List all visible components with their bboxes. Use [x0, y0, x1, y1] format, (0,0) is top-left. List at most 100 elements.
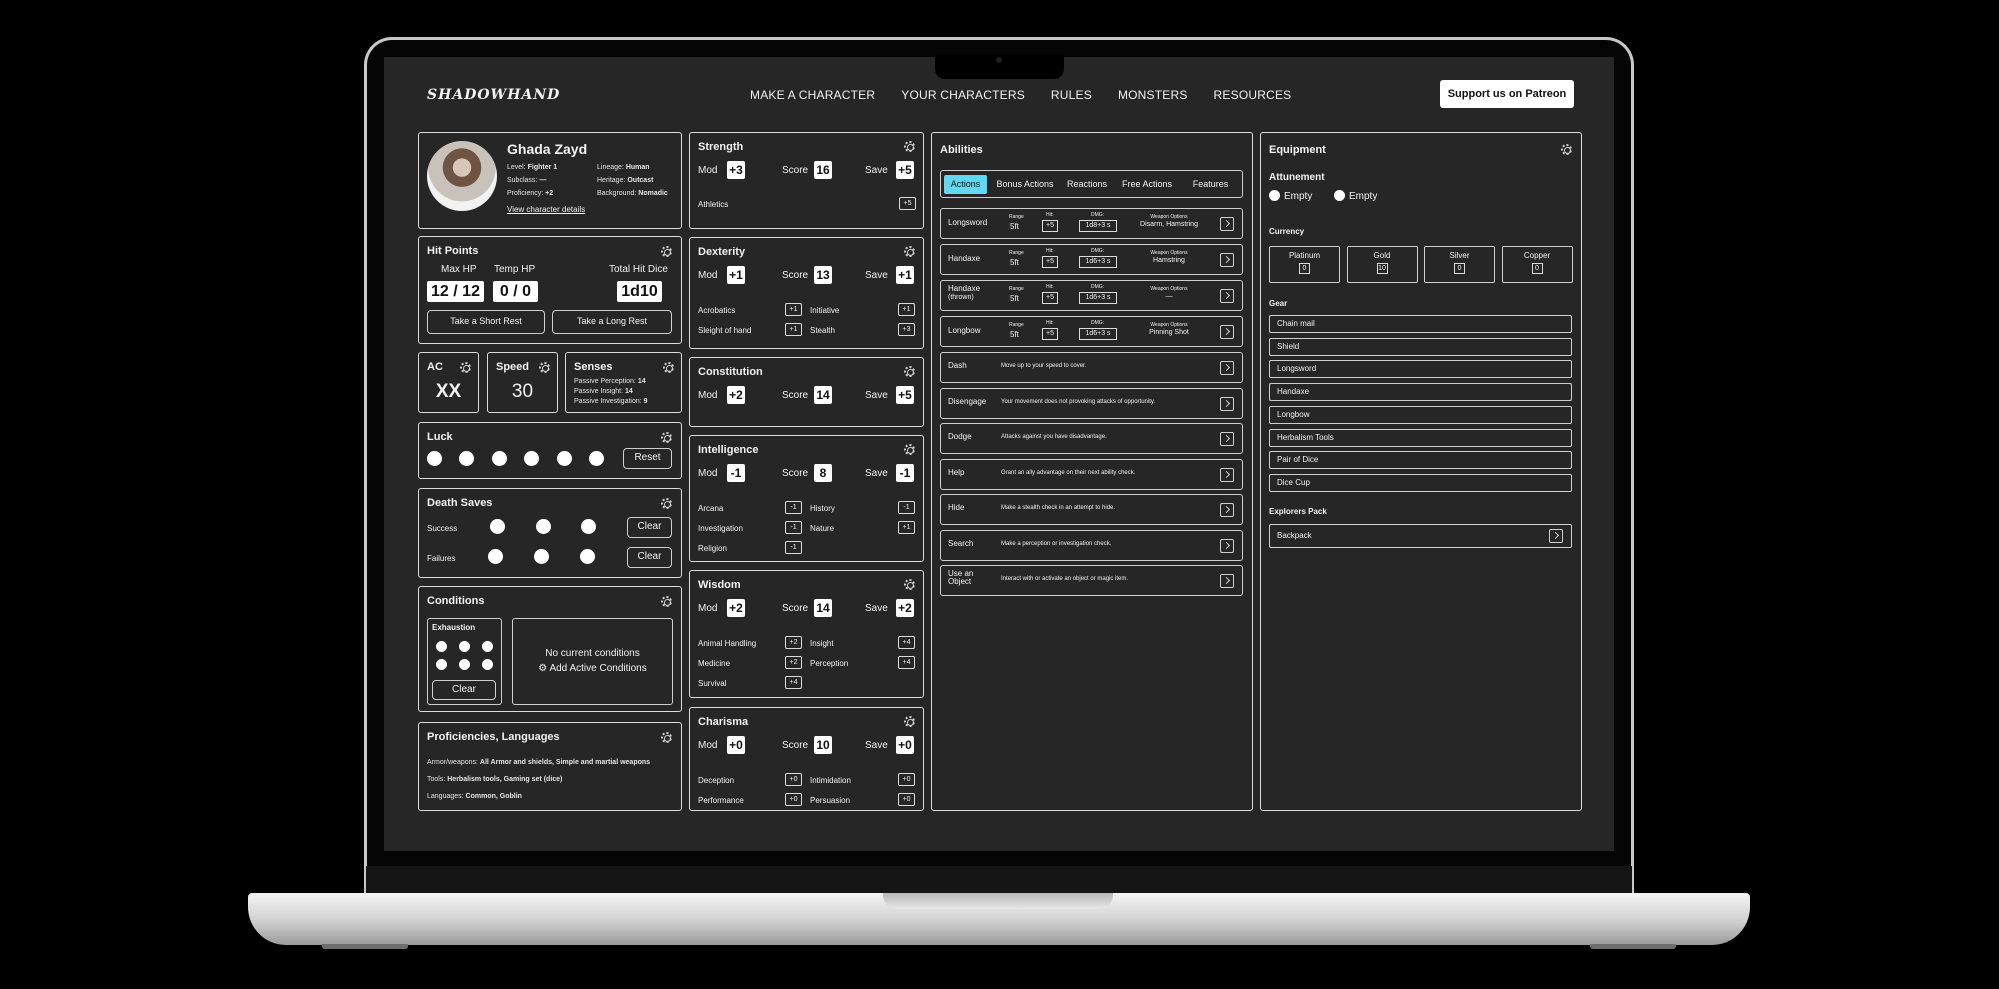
expand-icon[interactable] [1220, 253, 1234, 267]
attunement-slot-2[interactable]: Empty [1334, 190, 1377, 202]
action-row[interactable]: Dash Move up to your speed to cover. [940, 352, 1243, 383]
exhaustion-clear-button[interactable]: Clear [432, 680, 496, 700]
action-row[interactable]: Dodge Attacks against you have disadvanta… [940, 423, 1243, 454]
gear-icon[interactable] [904, 246, 915, 257]
weapon-row[interactable]: Handaxe (thrown) Range 5ft Hit: +5 DMG: 1d6+3 s… [940, 280, 1243, 311]
gear-icon[interactable] [1561, 144, 1572, 155]
luck-pip[interactable] [459, 451, 474, 466]
gear-icon[interactable] [460, 362, 471, 373]
gear-icon[interactable] [661, 432, 672, 443]
action-row[interactable]: Disengage Your movement does not provokin… [940, 387, 1243, 419]
max-hp-value[interactable]: 12 / 12 [427, 281, 484, 302]
skill-value[interactable]: +4 [785, 676, 802, 689]
exhaustion-pip[interactable] [482, 659, 493, 670]
skill-value[interactable]: +3 [898, 323, 915, 336]
expand-icon[interactable] [1220, 217, 1234, 231]
gear-item[interactable]: Pair of Dice [1269, 451, 1572, 470]
skill-value[interactable]: -1 [785, 521, 802, 534]
skill-value[interactable]: -1 [785, 541, 802, 554]
success-clear-button[interactable]: Clear [627, 517, 672, 538]
pack-item[interactable]: Backpack [1269, 524, 1572, 548]
currency-box[interactable]: Silver 0 [1424, 246, 1495, 283]
currency-value[interactable]: 0 [1531, 263, 1543, 274]
nav-resources[interactable]: RESOURCES [1214, 88, 1292, 102]
gear-item[interactable]: Longsword [1269, 360, 1572, 379]
long-rest-button[interactable]: Take a Long Rest [552, 310, 672, 334]
skill-value[interactable]: +1 [898, 521, 915, 534]
expand-icon[interactable] [1220, 503, 1234, 517]
gear-icon[interactable] [539, 362, 550, 373]
currency-value[interactable]: 0 [1299, 263, 1310, 274]
expand-icon[interactable] [1220, 289, 1234, 303]
nav-your-characters[interactable]: YOUR CHARACTERS [901, 88, 1025, 102]
hit-dice-value[interactable]: 1d10 [617, 281, 662, 302]
attunement-slot-1[interactable]: Empty [1269, 190, 1312, 202]
failures-clear-button[interactable]: Clear [627, 547, 672, 568]
view-details-link[interactable]: View character details [507, 205, 585, 214]
currency-box[interactable]: Platinum 0 [1269, 246, 1340, 283]
expand-icon[interactable] [1549, 529, 1563, 543]
action-row[interactable]: Hide Make a stealth check in an attempt t… [940, 494, 1243, 525]
luck-pip[interactable] [524, 451, 539, 466]
success-pip[interactable] [536, 519, 551, 534]
gear-item[interactable]: Dice Cup [1269, 473, 1572, 492]
exhaustion-pip[interactable] [436, 641, 447, 652]
gear-icon[interactable] [663, 362, 674, 373]
gear-icon[interactable] [904, 141, 915, 152]
exhaustion-pip[interactable] [482, 641, 493, 652]
weapon-row[interactable]: Longsword Range 5ft Hit: +5 DMG: 1d8+3 s Weapon… [940, 208, 1243, 239]
action-row[interactable]: Search Make a perception or investigation… [940, 529, 1243, 561]
luck-pip[interactable] [557, 451, 572, 466]
expand-icon[interactable] [1220, 325, 1234, 339]
gear-icon[interactable] [661, 732, 672, 743]
luck-reset-button[interactable]: Reset [623, 448, 672, 469]
skill-value[interactable]: +1 [785, 323, 802, 336]
failure-pip[interactable] [488, 549, 503, 564]
luck-pip[interactable] [492, 451, 507, 466]
failure-pip[interactable] [580, 549, 595, 564]
nav-monsters[interactable]: MONSTERS [1118, 88, 1188, 102]
gear-icon[interactable] [904, 444, 915, 455]
tab-features[interactable]: Features [1183, 175, 1238, 194]
exhaustion-pip[interactable] [459, 659, 470, 670]
patreon-button[interactable]: Support us on Patreon [1440, 80, 1574, 108]
expand-icon[interactable] [1220, 361, 1234, 375]
currency-box[interactable]: Gold 10 [1346, 246, 1418, 283]
nav-rules[interactable]: RULES [1051, 88, 1092, 102]
action-row[interactable]: Help Grant an ally advantage on their nex… [940, 458, 1243, 490]
gear-icon[interactable] [904, 716, 915, 727]
skill-value[interactable]: +2 [785, 656, 802, 669]
nav-make-character[interactable]: MAKE A CHARACTER [750, 88, 875, 102]
skill-value[interactable]: +5 [899, 197, 916, 210]
expand-icon[interactable] [1220, 538, 1234, 553]
luck-pip[interactable] [589, 451, 604, 466]
skill-value[interactable]: +0 [898, 773, 915, 786]
luck-pip[interactable] [427, 451, 442, 466]
skill-value[interactable]: +0 [785, 773, 802, 786]
action-row[interactable]: Use an Object Interact with or activate a… [940, 565, 1243, 596]
currency-value[interactable]: 0 [1454, 263, 1465, 274]
exhaustion-pip[interactable] [459, 641, 470, 652]
short-rest-button[interactable]: Take a Short Rest [427, 310, 545, 334]
gear-item[interactable]: Longbow [1269, 405, 1572, 424]
weapon-row[interactable]: Handaxe Range 5ft Hit: +5 DMG: 1d6+3 s Weapon O… [940, 244, 1243, 275]
weapon-row[interactable]: Longbow Range 5ft Hit: +5 DMG: 1d6+3 s Weapon O… [940, 316, 1243, 347]
gear-item[interactable]: Herbalism Tools [1269, 428, 1572, 447]
skill-value[interactable]: +1 [898, 303, 915, 316]
temp-hp-value[interactable]: 0 / 0 [493, 281, 538, 302]
skill-value[interactable]: +4 [898, 636, 915, 649]
expand-icon[interactable] [1220, 467, 1234, 482]
gear-icon[interactable] [661, 596, 672, 607]
skill-value[interactable]: +0 [898, 793, 915, 806]
exhaustion-pip[interactable] [436, 659, 447, 670]
add-conditions-button[interactable]: ⚙ Add Active Conditions [513, 663, 672, 674]
gear-icon[interactable] [661, 246, 672, 257]
skill-value[interactable]: -1 [785, 501, 802, 514]
expand-icon[interactable] [1220, 396, 1234, 411]
tab-free-actions[interactable]: Free Actions [1117, 175, 1177, 194]
gear-item[interactable]: Chain mail [1269, 315, 1572, 333]
gear-icon[interactable] [904, 579, 915, 590]
gear-icon[interactable] [904, 366, 915, 377]
currency-box[interactable]: Copper 0 [1501, 246, 1573, 283]
success-pip[interactable] [490, 519, 505, 534]
